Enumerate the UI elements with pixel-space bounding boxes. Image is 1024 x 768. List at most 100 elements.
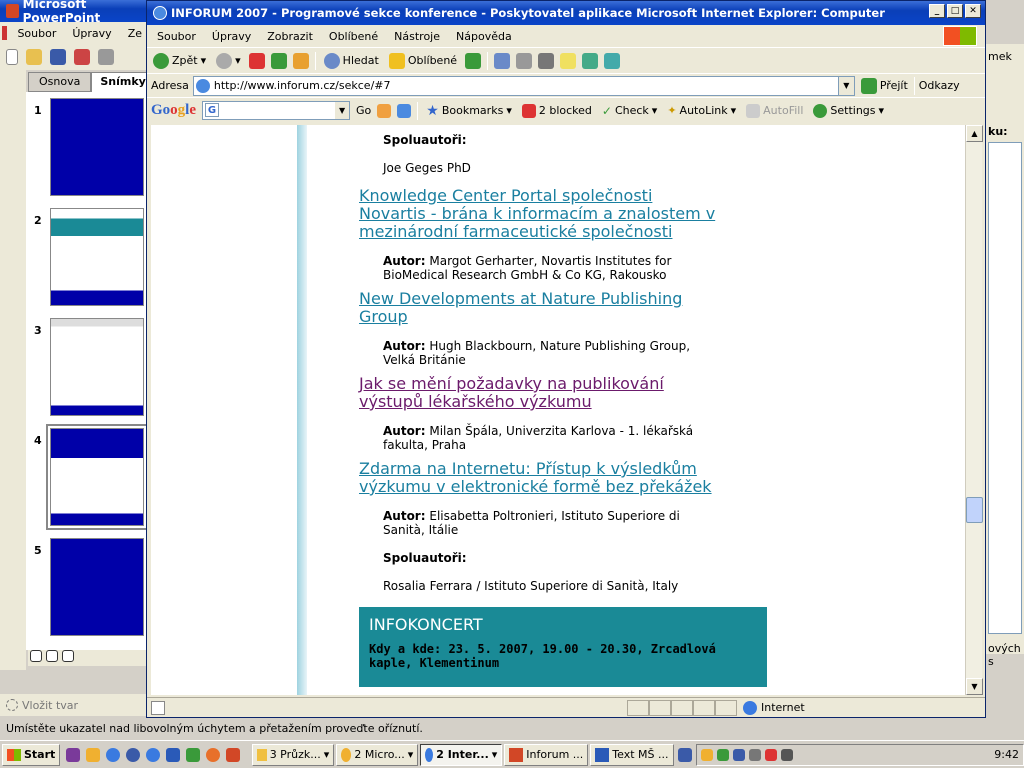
forward-button[interactable]: ▾ <box>214 53 243 69</box>
google-go-button[interactable]: Go <box>356 104 371 117</box>
start-button[interactable]: Start <box>2 744 60 766</box>
ppt-view-buttons <box>28 650 148 666</box>
article-1-link[interactable]: Knowledge Center Portal společnostiNovar… <box>359 187 769 241</box>
slide-number-1: 1 <box>34 104 42 117</box>
home-icon[interactable] <box>293 53 309 69</box>
save-icon[interactable] <box>50 49 66 65</box>
tray-icon-5[interactable] <box>765 749 777 761</box>
system-tray: 9:42 <box>696 744 1024 766</box>
quicklaunch-app-icon[interactable] <box>66 748 80 762</box>
maximize-button[interactable]: □ <box>947 4 963 18</box>
menu-oblibene[interactable]: Oblíbené <box>321 30 386 43</box>
search-button[interactable]: Hledat <box>322 53 381 69</box>
menu-nastroje[interactable]: Nástroje <box>386 30 448 43</box>
page-left-border <box>297 125 307 695</box>
sorter-view-icon[interactable] <box>46 650 58 662</box>
google-buttons-icon[interactable] <box>397 104 411 118</box>
status-pane-5 <box>715 700 737 716</box>
autofill-button[interactable]: AutoFill <box>744 104 805 118</box>
quicklaunch-ppt-icon[interactable] <box>226 748 240 762</box>
slideshow-view-icon[interactable] <box>62 650 74 662</box>
back-label: Zpět <box>172 54 198 67</box>
article-2-link[interactable]: New Developments at Nature PublishingGro… <box>359 290 769 326</box>
normal-view-icon[interactable] <box>30 650 42 662</box>
tray-icon-4[interactable] <box>749 749 761 761</box>
article-1-author: Autor: Margot Gerharter, Novartis Instit… <box>383 254 769 282</box>
slide-thumb-3[interactable] <box>50 318 144 416</box>
mail-icon[interactable] <box>494 53 510 69</box>
taskbar-item-inforum[interactable]: Inforum ... <box>504 744 588 766</box>
popup-blocker-button[interactable]: 2 blocked <box>520 104 594 118</box>
quicklaunch-ie2-icon[interactable] <box>146 748 160 762</box>
quicklaunch-firefox-icon[interactable] <box>206 748 220 762</box>
google-dropdown-icon[interactable]: ▼ <box>335 102 349 119</box>
back-button[interactable]: Zpět▾ <box>151 53 208 69</box>
favorites-button[interactable]: Oblíbené <box>387 53 459 69</box>
quicklaunch-media-icon[interactable] <box>126 748 140 762</box>
tray-icon-3[interactable] <box>733 749 745 761</box>
ppt-menu-upravy[interactable]: Úpravy <box>64 27 119 40</box>
taskbar-item-micro[interactable]: 2 Micro...▾ <box>336 744 418 766</box>
notes-icon[interactable] <box>560 53 576 69</box>
tray-icon-6[interactable] <box>781 749 793 761</box>
edit-icon[interactable] <box>538 53 554 69</box>
tray-icon-1[interactable] <box>701 749 713 761</box>
menu-napoveda[interactable]: Nápověda <box>448 30 520 43</box>
spellcheck-button[interactable]: ✓Check▾ <box>600 104 659 118</box>
ppt-menu-soubor[interactable]: Soubor <box>9 27 64 40</box>
slide-thumb-1[interactable] <box>50 98 144 196</box>
slide-thumb-2[interactable] <box>50 208 144 306</box>
clock[interactable]: 9:42 <box>994 748 1019 761</box>
menu-zobrazit[interactable]: Zobrazit <box>259 30 321 43</box>
permission-icon[interactable] <box>74 49 90 65</box>
print-icon[interactable] <box>516 53 532 69</box>
autolink-button[interactable]: ✦AutoLink▾ <box>665 104 738 117</box>
tray-cs-icon[interactable] <box>678 748 692 762</box>
vertical-scrollbar[interactable]: ▲ ▼ <box>965 125 982 695</box>
taskbar-item-pruzk[interactable]: 3 Průzk...▾ <box>252 744 334 766</box>
quicklaunch-music-icon[interactable] <box>186 748 200 762</box>
refresh-icon[interactable] <box>271 53 287 69</box>
quicklaunch-ie-icon[interactable] <box>106 748 120 762</box>
close-button[interactable]: ✕ <box>965 4 981 18</box>
bookmarks-button[interactable]: ★Bookmarks▾ <box>424 103 514 119</box>
research-icon[interactable] <box>604 53 620 69</box>
history-icon[interactable] <box>465 53 481 69</box>
article-2-author: Autor: Hugh Blackbourn, Nature Publishin… <box>383 339 769 367</box>
minimize-button[interactable]: _ <box>929 4 945 18</box>
article-3-author: Autor: Milan Špála, Univerzita Karlova -… <box>383 424 769 452</box>
scroll-up-button[interactable]: ▲ <box>966 125 983 142</box>
article-2-author-line2: Velká Británie <box>383 353 466 367</box>
taskbar-item-inter[interactable]: 2 Inter...▾ <box>420 744 502 766</box>
links-button[interactable]: Odkazy <box>919 79 960 92</box>
article-4-link[interactable]: Zdarma na Internetu: Přístup k výsledkům… <box>359 460 769 496</box>
insert-shape-button[interactable]: Vložit tvar <box>22 699 78 712</box>
slide-thumb-4[interactable] <box>50 428 144 526</box>
address-dropdown-icon[interactable]: ▼ <box>838 77 854 95</box>
new-icon[interactable] <box>6 49 18 65</box>
go-button[interactable]: Přejít <box>859 78 910 94</box>
article-3-link[interactable]: Jak se mění požadavky na publikovánívýst… <box>359 375 769 411</box>
settings-button[interactable]: Settings▾ <box>811 104 886 118</box>
taskbar-item-text[interactable]: Text MŠ ... <box>590 744 674 766</box>
pagerank-icon[interactable] <box>377 104 391 118</box>
open-icon[interactable] <box>26 49 42 65</box>
tab-outline[interactable]: Osnova <box>28 72 91 92</box>
quicklaunch-clock-icon[interactable] <box>86 748 100 762</box>
tray-icon-2[interactable] <box>717 749 729 761</box>
messenger-icon[interactable] <box>582 53 598 69</box>
article-1-title-line1: Knowledge Center Portal společnosti <box>359 186 652 205</box>
cut-icon[interactable] <box>98 49 114 65</box>
scroll-thumb[interactable] <box>966 497 983 523</box>
address-field[interactable]: http://www.inforum.cz/sekce/#7 ▼ <box>193 76 855 96</box>
ie-viewport: Spoluautoři: Joe Geges PhD Knowledge Cen… <box>151 125 965 695</box>
quicklaunch-word-icon[interactable] <box>166 748 180 762</box>
stop-icon[interactable] <box>249 53 265 69</box>
menu-soubor[interactable]: Soubor <box>149 30 204 43</box>
slide-thumb-5[interactable] <box>50 538 144 636</box>
google-search-input[interactable]: G ▼ <box>202 101 350 120</box>
toolbar-separator <box>487 52 488 70</box>
ie-address-bar: Adresa http://www.inforum.cz/sekce/#7 ▼ … <box>147 73 985 97</box>
menu-upravy[interactable]: Úpravy <box>204 30 259 43</box>
scroll-down-button[interactable]: ▼ <box>966 678 983 695</box>
